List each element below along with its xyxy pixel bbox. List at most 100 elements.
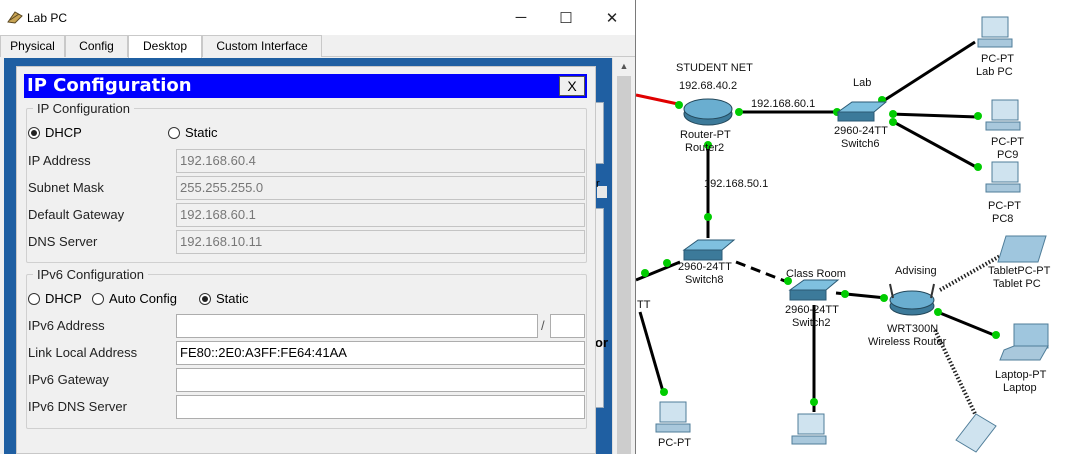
ipv6-dhcp-radio[interactable]: DHCP [28,291,82,306]
router2-model: Router-PT [680,129,731,141]
ipv6-auto-config-label: Auto Config [109,291,177,306]
port-dot [974,163,982,171]
router2-title: STUDENT NET [676,62,753,74]
link-switch6-pc9 [889,112,979,119]
ipv6-prefix-length-field[interactable] [550,314,585,338]
pc9-model: PC-PT [991,136,1024,148]
phone-device[interactable] [955,413,997,453]
dns-server-label: DNS Server [28,234,98,249]
laptop-icon [1013,323,1049,349]
subnet-mask-field[interactable]: 255.255.255.0 [176,176,585,200]
ip-config-close-button[interactable]: X [559,76,585,96]
link-local-label: Link Local Address [28,345,138,360]
link-wireless-laptop [939,311,995,337]
tab-custom-interface[interactable]: Custom Interface [202,35,322,57]
close-button[interactable]: ✕ [589,0,635,35]
pc-icon [797,413,825,435]
port-dot [641,269,649,277]
wireless-router-device[interactable] [889,283,935,316]
port-dot [841,290,849,298]
pc-icon [659,401,687,423]
ipv4-dhcp-radio[interactable]: DHCP [28,125,82,140]
radio-unselected-icon [92,292,104,305]
pc10-device[interactable] [655,401,691,433]
port-dot [810,398,818,406]
link-red-router2 [635,93,679,106]
link-left-pc10 [638,311,666,396]
port-dot [992,331,1000,339]
ipv4-dhcp-label: DHCP [45,125,82,140]
ip-address-label: IP Address [28,153,91,168]
scroll-up-arrow-icon[interactable]: ▲ [613,58,635,74]
switch6-model: 2960-24TT [834,125,888,137]
port-dot [735,108,743,116]
ipv6-address-field[interactable] [176,314,538,338]
background-fragment: TT [637,299,651,311]
pc11-device[interactable] [791,413,827,445]
lab-pc-window: Lab PC ─ ☐ ✕ Physical Config Desktop Cus… [0,0,636,454]
dns-server-field[interactable]: 192.168.10.11 [176,230,585,254]
maximize-button[interactable]: ☐ [543,0,589,35]
link-switch6-pc8 [889,118,979,170]
ip-address-field[interactable]: 192.168.60.4 [176,149,585,173]
switch8-device[interactable] [682,239,736,261]
minimize-button[interactable]: ─ [498,0,544,35]
pc8-device[interactable] [985,161,1021,193]
ip-configuration-header: IP Configuration X [24,74,587,98]
port-dot [889,118,897,126]
ipv6-gateway-field[interactable] [176,368,585,392]
link-switch8-switch2 [735,260,791,285]
vertical-scrollbar[interactable]: ▲ [612,58,634,454]
port-dot [675,101,683,109]
tab-physical[interactable]: Physical [0,35,65,57]
tablet-name: Tablet PC [993,278,1041,290]
labpc-model: PC-PT [981,53,1014,65]
radio-selected-icon [28,126,40,139]
ipv6-auto-config-radio[interactable]: Auto Config [92,291,177,306]
link-local-address-field[interactable]: FE80::2E0:A3FF:FE64:41AA [176,341,585,365]
port-dot [663,259,671,267]
default-gateway-label: Default Gateway [28,207,125,222]
port-dot [704,213,712,221]
default-gateway-field[interactable]: 192.168.60.1 [176,203,585,227]
pc-icon [991,99,1019,121]
background-fragment: r [596,178,600,190]
switch6-device[interactable] [836,101,888,122]
labpc-device[interactable] [977,16,1013,48]
ipv6-static-label: Static [216,291,249,306]
port-dot [880,294,888,302]
radio-selected-icon [199,292,211,305]
ipv6-config-legend: IPv6 Configuration [37,267,144,282]
tab-desktop[interactable]: Desktop [128,35,202,58]
switch2-title: Class Room [786,268,846,280]
tab-config[interactable]: Config [65,35,128,57]
laptop-name: Laptop [1003,382,1037,394]
radio-unselected-icon [28,292,40,305]
ipv6-static-radio[interactable]: Static [199,291,249,306]
port-dot [660,388,668,396]
switch6-title: Lab [853,77,871,89]
smartphone-icon [955,413,997,453]
background-fragment: or [595,335,608,350]
link-switch6-labpc [879,40,976,105]
tablet-device[interactable] [997,235,1047,263]
scrollbar-thumb[interactable] [617,76,631,454]
ipv4-static-radio[interactable]: Static [168,125,218,140]
wireless-model: WRT300N [887,323,938,335]
switch2-name: Switch2 [792,317,831,329]
switch6-name: Switch6 [841,138,880,150]
pc-icon [981,16,1009,38]
ipv6-dns-field[interactable] [176,395,585,419]
pc9-device[interactable] [985,99,1021,131]
wireless-title: Advising [895,265,937,277]
switch2-device[interactable] [788,279,840,301]
laptop-device[interactable] [999,323,1049,361]
pc10-model: PC-PT [658,437,691,449]
pc-icon [991,161,1019,183]
device-tab-bar: Physical Config Desktop Custom Interface [0,35,635,58]
ip-configuration-panel: IP Configuration X IP Configuration DHCP… [16,66,596,454]
ipv6-dhcp-label: DHCP [45,291,82,306]
router2-device[interactable] [683,98,733,126]
port-dot [974,112,982,120]
ipv6-gateway-label: IPv6 Gateway [28,372,109,387]
